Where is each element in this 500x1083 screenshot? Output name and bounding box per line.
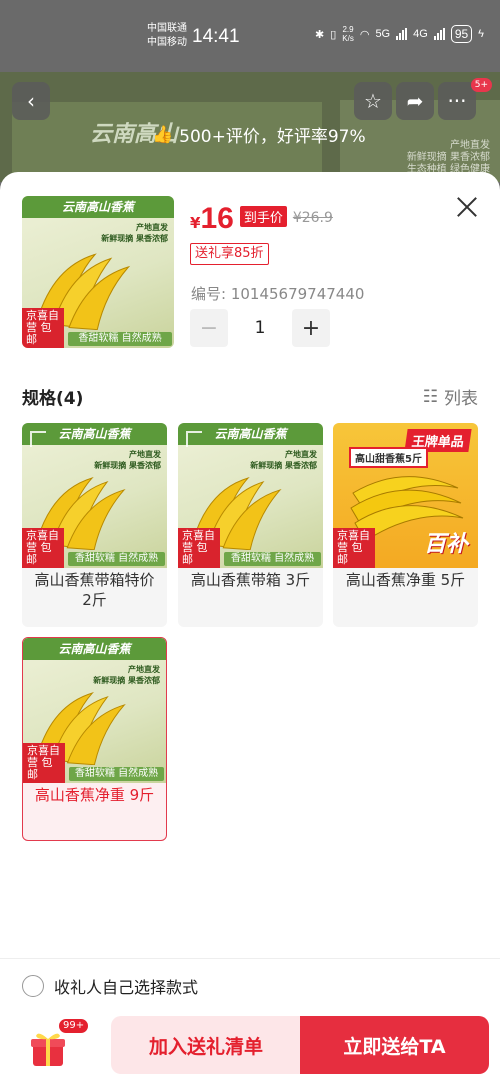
divider xyxy=(0,958,500,959)
rating-summary[interactable]: 👍 500+评价，好评率97% xyxy=(152,122,366,148)
recipient-choose-option[interactable]: 收礼人自己选择款式 xyxy=(22,974,198,998)
bottom-action-bar: 99+ 加入送礼清单 立即送给TA xyxy=(0,1012,500,1083)
spec-option-3[interactable]: 王牌单品 高山甜香蕉5斤 百补 京喜自营 包邮 高山香蕉净重 5斤 xyxy=(333,423,478,627)
recipient-choose-label: 收礼人自己选择款式 xyxy=(54,978,199,997)
list-icon: ☷ xyxy=(422,386,438,407)
share-icon: ➦ xyxy=(406,89,424,113)
send-gift-now-button[interactable]: 立即送给TA xyxy=(300,1016,489,1074)
spec-option-label: 高山香蕉净重 5斤 xyxy=(345,571,466,589)
carrier-info: 中国联通 中国移动 xyxy=(147,22,187,50)
sku-selection-sheet: 云南高山香蕉 产地直发 新鲜现摘 果香浓郁 京喜自营 包邮 香甜软糯 自然成熟 … xyxy=(0,172,500,1083)
gift-count-badge: 99+ xyxy=(58,1018,90,1034)
product-image[interactable]: 云南高山香蕉 产地直发 新鲜现摘 果香浓郁 京喜自营 包邮 香甜软糯 自然成熟 xyxy=(22,196,174,348)
charging-icon: ϟ xyxy=(478,28,484,40)
close-icon[interactable] xyxy=(454,194,480,220)
quantity-minus-button[interactable]: − xyxy=(190,309,228,347)
back-button[interactable]: ‹ xyxy=(12,82,50,120)
vibrate-icon: ▯ xyxy=(330,28,337,41)
spec-option-image: 云南高山香蕉 产地直发 新鲜现摘 果香浓郁 京喜自营 包邮 香甜软糯 自然成熟 xyxy=(22,423,167,568)
radio-button[interactable] xyxy=(22,975,44,997)
sweet-tag: 香甜软糯 自然成熟 xyxy=(68,332,172,346)
expand-icon[interactable] xyxy=(186,431,202,447)
carrier-2: 中国移动 xyxy=(147,37,187,48)
promo-badge: 送礼享85折 xyxy=(190,243,269,265)
bluetooth-icon: ✱ xyxy=(314,28,325,41)
spec-option-4[interactable]: 云南高山香蕉 产地直发 新鲜现摘 果香浓郁 京喜自营 包邮 香甜软糯 自然成熟 … xyxy=(22,637,167,841)
final-price-label: 到手价 xyxy=(239,206,287,227)
spec-option-image: 王牌单品 高山甜香蕉5斤 百补 京喜自营 包邮 xyxy=(333,423,478,568)
net-speed: 2.9 K/s xyxy=(342,25,354,43)
favorite-button[interactable]: ☆ xyxy=(354,82,392,120)
spec-option-label: 高山香蕉带箱特价 2斤 xyxy=(34,571,155,609)
expand-icon[interactable] xyxy=(30,431,46,447)
sku-number: 编号: 10145679747440 xyxy=(191,285,365,303)
quantity-value[interactable]: 1 xyxy=(228,318,292,338)
star-icon: ☆ xyxy=(364,89,382,113)
signal-icon xyxy=(396,28,408,40)
spec-option-label: 高山香蕉净重 9斤 xyxy=(34,786,155,804)
spec-option-1[interactable]: 云南高山香蕉 产地直发 新鲜现摘 果香浓郁 京喜自营 包邮 香甜软糯 自然成熟 … xyxy=(22,423,167,627)
bg-side-text: 产地直发 新鲜现摘 果香浓郁 生态种植 绿色健康 xyxy=(406,140,490,175)
quantity-plus-button[interactable]: + xyxy=(292,309,330,347)
net-4g: 4G xyxy=(413,28,428,40)
currency-symbol: ¥ xyxy=(190,214,201,232)
gift-icon[interactable] xyxy=(30,1030,66,1068)
subsidy-label: 百补 xyxy=(423,532,468,557)
spec-title: 规格(4) xyxy=(22,389,84,409)
final-price: 16 xyxy=(200,202,234,235)
spec-option-label: 高山香蕉带箱 3斤 xyxy=(190,571,311,589)
more-button[interactable]: ··· xyxy=(438,82,476,120)
spec-option-image: 云南高山香蕉 产地直发 新鲜现摘 果香浓郁 京喜自营 包邮 香甜软糯 自然成熟 xyxy=(178,423,323,568)
share-button[interactable]: ➦ xyxy=(396,82,434,120)
battery-icon: 95 xyxy=(450,25,473,43)
thumb-subtitle: 产地直发 新鲜现摘 果香浓郁 xyxy=(101,223,168,243)
status-icons: ✱ ▯ 2.9 K/s ◠ 5G 4G 95 ϟ xyxy=(315,25,484,43)
clock: 14:41 xyxy=(192,26,240,47)
notification-badge: 5+ xyxy=(470,78,492,92)
list-view-toggle[interactable]: ☷ 列表 xyxy=(422,384,478,410)
net-5g: 5G xyxy=(375,28,391,40)
original-price: ¥26.9 xyxy=(292,210,333,226)
rating-text: 500+评价，好评率97% xyxy=(179,127,366,147)
signal-icon-2 xyxy=(433,28,445,40)
background-product-page: 云南高山 ‹ ☆ ➦ ··· 5+ 👍 500+评价，好评率97% 产地直发 新… xyxy=(0,72,500,182)
list-label: 列表 xyxy=(444,389,478,409)
chevron-left-icon: ‹ xyxy=(27,89,35,113)
more-icon: ··· xyxy=(447,89,467,113)
quantity-stepper: − 1 + xyxy=(190,309,330,347)
price-row: ¥ 16 到手价 ¥26.9 xyxy=(190,202,333,236)
spec-option-2[interactable]: 云南高山香蕉 产地直发 新鲜现摘 果香浓郁 京喜自营 包邮 香甜软糯 自然成熟 … xyxy=(178,423,323,627)
add-to-gift-list-button[interactable]: 加入送礼清单 xyxy=(111,1016,301,1074)
wifi-icon: ◠ xyxy=(359,28,370,41)
carrier-1: 中国联通 xyxy=(147,23,187,34)
thumbs-up-icon: 👍 xyxy=(152,124,174,145)
spec-option-image: 云南高山香蕉 产地直发 新鲜现摘 果香浓郁 京喜自营 包邮 香甜软糯 自然成熟 xyxy=(23,638,166,783)
status-bar: 中国联通 中国移动 14:41 ✱ ▯ 2.9 K/s ◠ 5G 4G 95 ϟ xyxy=(0,0,500,72)
thumb-title: 云南高山香蕉 xyxy=(22,196,174,218)
jd-self-tag: 京喜自营 包邮 xyxy=(22,308,64,348)
